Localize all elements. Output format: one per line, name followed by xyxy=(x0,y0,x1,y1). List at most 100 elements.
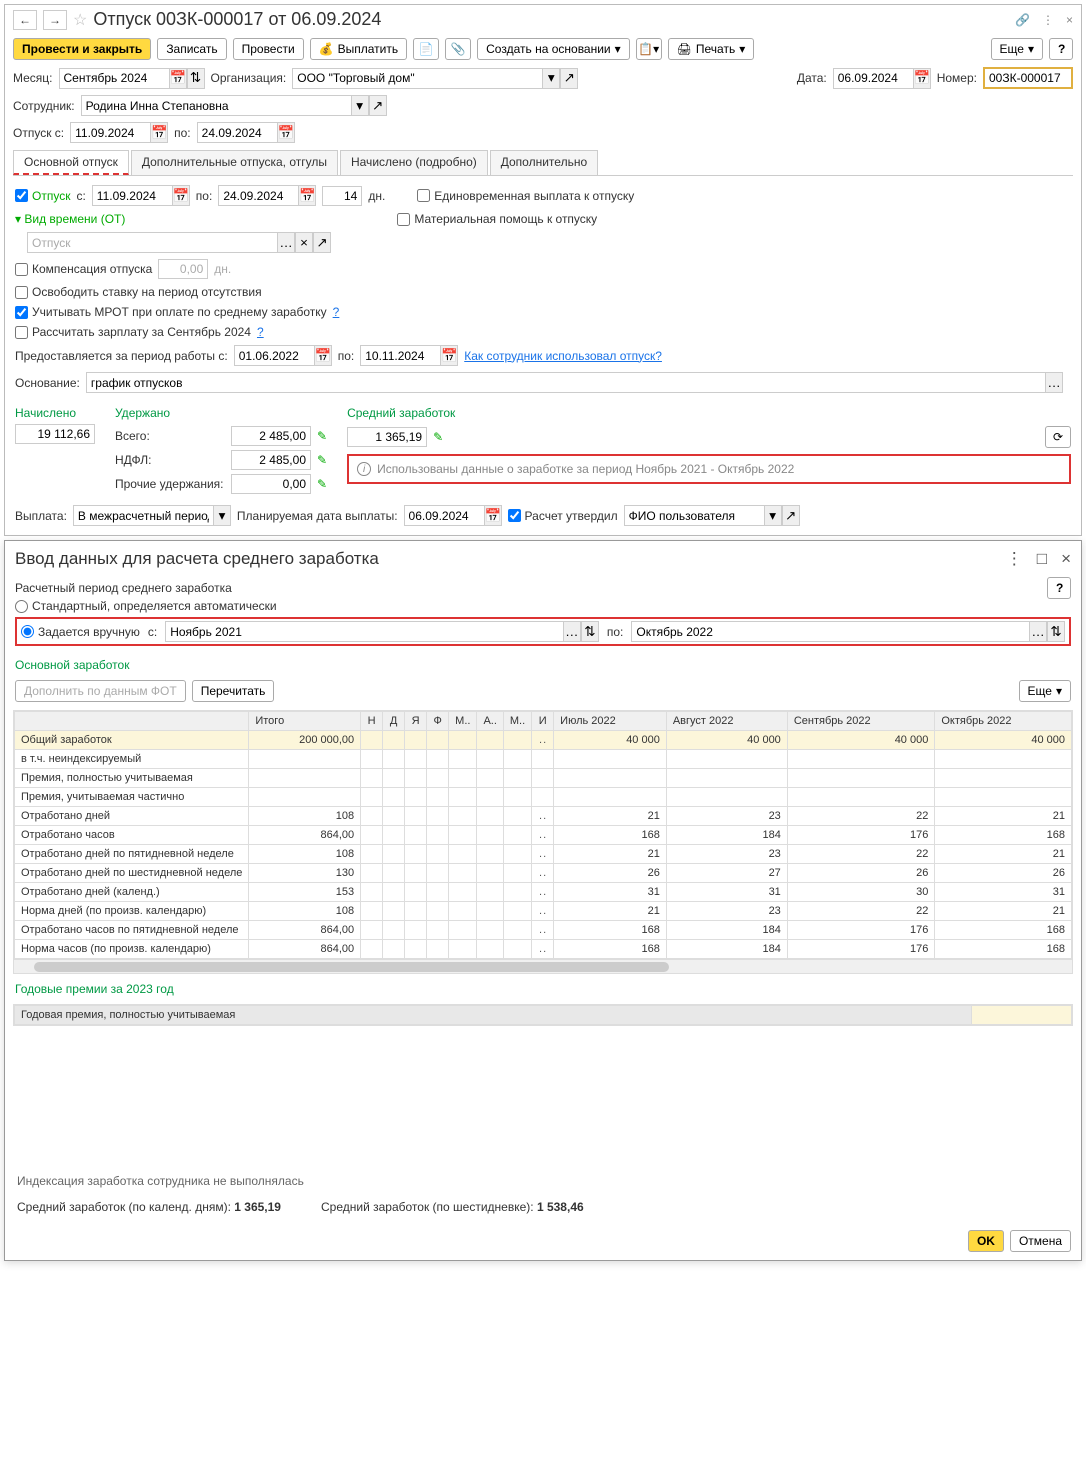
number-input[interactable] xyxy=(983,67,1073,89)
dialog-more-button[interactable]: Еще ▾ xyxy=(1019,680,1071,702)
provided-from-cal[interactable]: 📅 xyxy=(314,345,332,366)
provided-to-input[interactable] xyxy=(360,345,440,366)
tab-from-cal[interactable]: 📅 xyxy=(172,185,190,206)
tab-additional[interactable]: Дополнительные отпуска, отгулы xyxy=(131,150,338,175)
close-icon[interactable]: × xyxy=(1066,13,1073,27)
save-button[interactable]: Записать xyxy=(157,38,226,60)
mrot-checkbox[interactable]: Учитывать МРОТ при оплате по среднему за… xyxy=(15,305,327,319)
period-to-dots[interactable]: … xyxy=(1029,621,1047,642)
month-stepper[interactable]: ⇅ xyxy=(187,68,205,89)
edit-avg-icon[interactable]: ✎ xyxy=(433,430,443,444)
edit-other-icon[interactable]: ✎ xyxy=(317,477,327,491)
leave-from-cal-icon[interactable]: 📅 xyxy=(150,122,168,143)
date-input[interactable] xyxy=(833,68,913,89)
dialog-maximize-icon[interactable]: □ xyxy=(1037,549,1047,569)
standard-radio[interactable]: Стандартный, определяется автоматически xyxy=(15,599,1071,613)
tab-main[interactable]: Основной отпуск xyxy=(13,150,129,175)
days-input[interactable] xyxy=(322,186,362,206)
plan-date-cal[interactable]: 📅 xyxy=(484,505,502,526)
table-scrollbar[interactable] xyxy=(14,959,1072,973)
supplement-button[interactable]: Дополнить по данным ФОТ xyxy=(15,680,186,702)
approver-open[interactable]: ↗ xyxy=(782,505,800,526)
comp-days-input[interactable] xyxy=(158,259,208,279)
time-type-input[interactable] xyxy=(27,232,277,253)
usage-link[interactable]: Как сотрудник использовал отпуск? xyxy=(464,349,662,363)
time-type-dots[interactable]: … xyxy=(277,232,295,253)
manual-radio[interactable]: Задается вручную xyxy=(21,625,140,639)
period-to-input[interactable] xyxy=(631,621,1029,642)
month-input[interactable] xyxy=(59,68,169,89)
time-type-toggle[interactable]: ▾ Вид времени (ОТ) xyxy=(15,212,125,226)
basis-input[interactable] xyxy=(86,372,1045,393)
tab-to-cal[interactable]: 📅 xyxy=(298,185,316,206)
table-row[interactable]: Отработано часов864,00..168184176168 xyxy=(15,826,1072,845)
kebab-icon[interactable]: ⋮ xyxy=(1042,13,1054,27)
table-row[interactable]: Премия, учитываемая частично xyxy=(15,788,1072,807)
payment-input[interactable] xyxy=(73,505,213,526)
pay-button[interactable]: 💰Выплатить xyxy=(310,38,407,60)
date-calendar-icon[interactable]: 📅 xyxy=(913,68,931,89)
dialog-close-icon[interactable]: × xyxy=(1061,549,1071,569)
more-button[interactable]: Еще ▾ xyxy=(991,38,1043,60)
period-to-step[interactable]: ⇅ xyxy=(1047,621,1065,642)
ok-button[interactable]: OK xyxy=(968,1230,1004,1252)
table-row[interactable]: Отработано часов по пятидневной неделе86… xyxy=(15,921,1072,940)
table-row[interactable]: Норма дней (по произв. календарю)108..21… xyxy=(15,902,1072,921)
edit-total-icon[interactable]: ✎ xyxy=(317,429,327,443)
month-calendar-icon[interactable]: 📅 xyxy=(169,68,187,89)
tab-extra[interactable]: Дополнительно xyxy=(490,150,598,175)
plan-date-input[interactable] xyxy=(404,505,484,526)
employee-open[interactable]: ↗ xyxy=(369,95,387,116)
payment-dropdown[interactable]: ▾ xyxy=(213,505,231,526)
refresh-button[interactable]: ⟳ xyxy=(1045,426,1071,448)
post-button[interactable]: Провести xyxy=(233,38,304,60)
org-dropdown[interactable]: ▾ xyxy=(542,68,560,89)
table-row[interactable]: Общий заработок200 000,00..40 00040 0004… xyxy=(15,731,1072,750)
recalc-help[interactable]: ? xyxy=(257,325,264,339)
provided-to-cal[interactable]: 📅 xyxy=(440,345,458,366)
compensation-checkbox[interactable]: Компенсация отпуска xyxy=(15,262,152,276)
toolbar-extra-button[interactable]: 📋▾ xyxy=(636,38,662,60)
basis-dots[interactable]: … xyxy=(1045,372,1063,393)
table-row[interactable]: Отработано дней (календ.)153..31313031 xyxy=(15,883,1072,902)
tab-to-input[interactable] xyxy=(218,185,298,206)
period-from-step[interactable]: ⇅ xyxy=(581,621,599,642)
attach-icon-button[interactable]: 📎 xyxy=(445,38,471,60)
leave-from-input[interactable] xyxy=(70,122,150,143)
doc-icon-button[interactable]: 📄 xyxy=(413,38,439,60)
time-type-clear[interactable]: × xyxy=(295,232,313,253)
print-button[interactable]: 🖨 Печать ▾ xyxy=(668,38,755,60)
leave-to-cal-icon[interactable]: 📅 xyxy=(277,122,295,143)
post-close-button[interactable]: Провести и закрыть xyxy=(13,38,151,60)
release-checkbox[interactable]: Освободить ставку на период отсутствия xyxy=(15,285,262,299)
recalc-checkbox[interactable]: Рассчитать зарплату за Сентябрь 2024 xyxy=(15,325,251,339)
table-row[interactable]: Премия, полностью учитываемая xyxy=(15,769,1072,788)
table-row[interactable]: Норма часов (по произв. календарю)864,00… xyxy=(15,940,1072,959)
approver-dropdown[interactable]: ▾ xyxy=(764,505,782,526)
org-input[interactable] xyxy=(292,68,542,89)
dialog-kebab-icon[interactable]: ⋮ xyxy=(1006,549,1023,569)
time-type-open[interactable]: ↗ xyxy=(313,232,331,253)
approved-checkbox[interactable]: Расчет утвердил xyxy=(508,509,618,523)
lump-checkbox[interactable]: Единовременная выплата к отпуску xyxy=(417,189,634,203)
tab-accrued[interactable]: Начислено (подробно) xyxy=(340,150,488,175)
employee-dropdown[interactable]: ▾ xyxy=(351,95,369,116)
edit-ndfl-icon[interactable]: ✎ xyxy=(317,453,327,467)
leave-checkbox[interactable]: Отпуск xyxy=(15,189,70,203)
help-button[interactable]: ? xyxy=(1049,38,1073,60)
period-from-input[interactable] xyxy=(165,621,563,642)
star-icon[interactable]: ☆ xyxy=(73,10,87,30)
nav-forward[interactable]: → xyxy=(43,10,67,30)
leave-to-input[interactable] xyxy=(197,122,277,143)
material-help-checkbox[interactable]: Материальная помощь к отпуску xyxy=(397,212,597,226)
mrot-help[interactable]: ? xyxy=(333,305,340,319)
period-from-dots[interactable]: … xyxy=(563,621,581,642)
cancel-button[interactable]: Отмена xyxy=(1010,1230,1071,1252)
tab-from-input[interactable] xyxy=(92,185,172,206)
approver-input[interactable] xyxy=(624,505,764,526)
reread-button[interactable]: Перечитать xyxy=(192,680,275,702)
table-row[interactable]: в т.ч. неиндексируемый xyxy=(15,750,1072,769)
nav-back[interactable]: ← xyxy=(13,10,37,30)
table-row[interactable]: Отработано дней108..21232221 xyxy=(15,807,1072,826)
create-based-button[interactable]: Создать на основании ▾ xyxy=(477,38,630,60)
